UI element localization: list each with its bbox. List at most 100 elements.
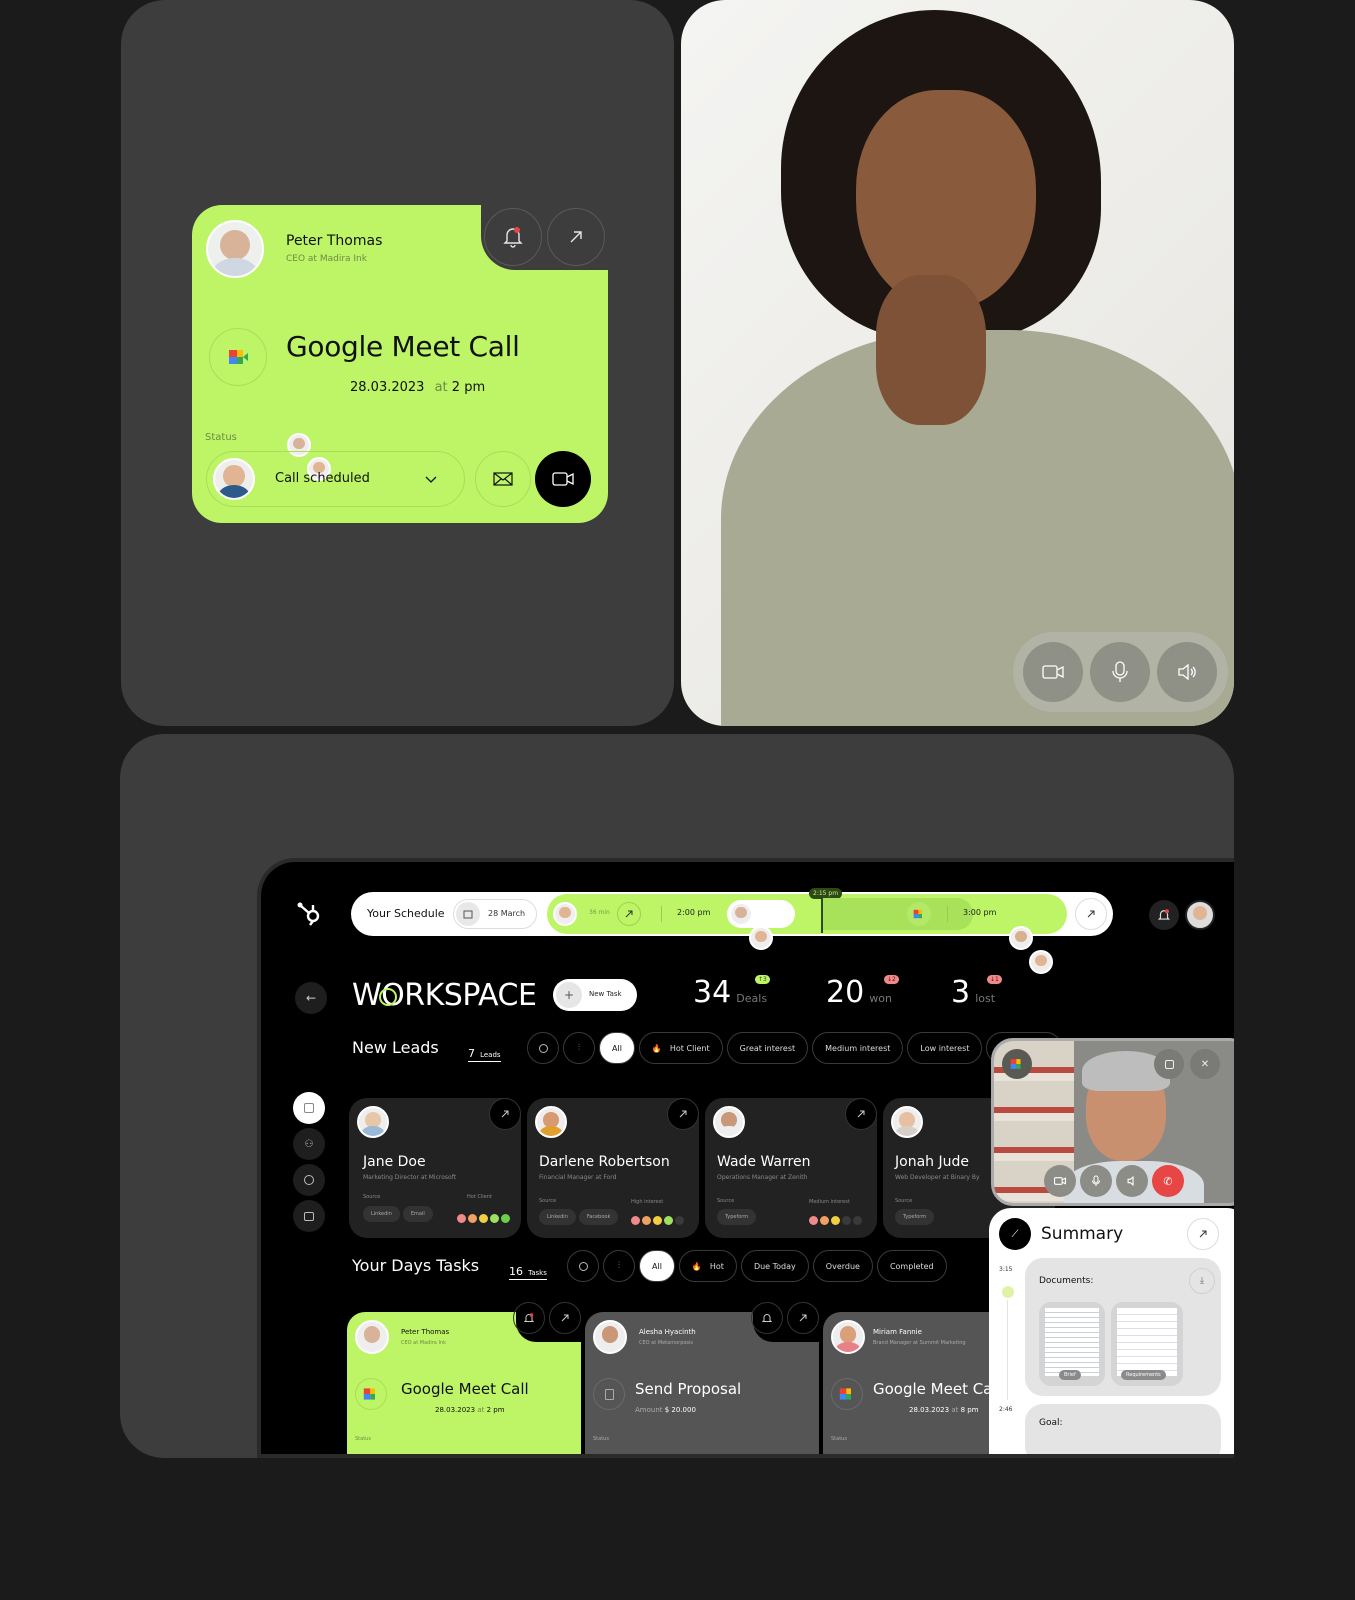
documents-label: Documents: xyxy=(1039,1276,1094,1286)
interest-dot xyxy=(831,1216,840,1225)
avatar xyxy=(357,1106,389,1138)
video-call-button[interactable] xyxy=(535,451,591,507)
filter-all[interactable]: All xyxy=(599,1032,635,1064)
avatar xyxy=(729,902,753,926)
meet-card-panel: Peter Thomas CEO at Madira Ink Google Me… xyxy=(121,0,674,726)
task-reminder-button[interactable] xyxy=(513,1302,545,1334)
calendar-icon xyxy=(463,910,473,919)
speaker-toggle-button[interactable] xyxy=(1157,642,1217,702)
timeline-marker xyxy=(1002,1286,1014,1298)
search-icon xyxy=(578,1261,588,1271)
schedule-bar[interactable]: Your Schedule 28 March 36 min 2:00 pm 2:… xyxy=(351,888,1113,974)
interest-dot xyxy=(631,1216,640,1225)
close-button[interactable]: ✕ xyxy=(1190,1049,1220,1079)
task-open-button[interactable] xyxy=(787,1302,819,1334)
lead-card[interactable]: Wade Warren Operations Manager at Zenith… xyxy=(705,1098,877,1238)
camera-toggle-button[interactable] xyxy=(1023,642,1083,702)
meeting-date: 28.03.2023 xyxy=(350,380,425,395)
speaker-icon xyxy=(1127,1176,1134,1186)
crm-dashboard: Your Schedule 28 March 36 min 2:00 pm 2:… xyxy=(257,858,1234,1458)
fire-icon: 🔥 xyxy=(691,1261,702,1271)
back-button[interactable]: ← xyxy=(295,982,327,1014)
stat-lost: 3 lost ↓1 xyxy=(951,975,1002,1010)
filter-button[interactable]: ⫶ xyxy=(563,1032,595,1064)
filter-great-interest[interactable]: Great interest xyxy=(726,1032,809,1064)
task-date: 28.03.2023 xyxy=(435,1406,476,1414)
filter-all[interactable]: All xyxy=(639,1250,675,1282)
time-slot-1: 2:00 pm xyxy=(677,908,711,917)
email-button[interactable] xyxy=(475,451,531,507)
speaker-toggle-button[interactable] xyxy=(1116,1165,1148,1197)
minimize-button[interactable] xyxy=(1154,1049,1184,1079)
open-lead-button[interactable] xyxy=(845,1098,877,1130)
task-title: Google Meet Call xyxy=(873,1380,1001,1398)
sidebar-item-dashboard[interactable] xyxy=(293,1092,325,1124)
magic-wand-icon: ⟋ xyxy=(1011,1228,1019,1240)
ai-summary-button[interactable]: ⟋ xyxy=(999,1218,1031,1250)
expand-button[interactable] xyxy=(547,208,605,266)
lead-role: Financial Manager at Ford xyxy=(539,1174,617,1181)
filter-due-today[interactable]: Due Today xyxy=(740,1250,809,1282)
tasks-count[interactable]: 16 Tasks xyxy=(509,1260,547,1280)
floating-call-window[interactable]: ✕ ✆ xyxy=(991,1038,1234,1206)
avatar xyxy=(593,1320,627,1354)
stat-won: 20 won ↓2 xyxy=(826,975,899,1010)
search-button[interactable] xyxy=(567,1250,599,1282)
document-thumb[interactable]: Brief xyxy=(1039,1302,1105,1386)
notification-button[interactable] xyxy=(1149,900,1179,930)
leads-count[interactable]: 7 Leads xyxy=(468,1042,501,1062)
trend-up-badge: ↑3 xyxy=(755,975,770,984)
new-task-button[interactable]: + New Task xyxy=(553,979,637,1011)
bell-icon xyxy=(1158,908,1170,920)
meeting-time: 2 pm xyxy=(451,380,486,395)
user-avatar[interactable] xyxy=(1185,900,1215,930)
video-icon xyxy=(1042,665,1064,679)
schedule-expand-button[interactable] xyxy=(1075,898,1107,930)
search-button[interactable] xyxy=(527,1032,559,1064)
timeline[interactable]: 36 min 2:00 pm 2:15 pm 3:00 pm xyxy=(547,888,1067,974)
lead-card[interactable]: Jane Doe Marketing Director at Microsoft… xyxy=(349,1098,521,1238)
leads-title: New Leads xyxy=(352,1038,439,1057)
filter-overdue[interactable]: Overdue xyxy=(812,1250,873,1282)
open-lead-button[interactable] xyxy=(489,1098,521,1130)
video-icon xyxy=(552,472,574,486)
status-dropdown[interactable]: Call scheduled xyxy=(206,451,465,507)
filter-hot-client[interactable]: 🔥 Hot Client xyxy=(638,1032,723,1064)
sidebar-item-calendar[interactable] xyxy=(293,1200,325,1232)
sidebar-item-contacts[interactable]: ⚇ xyxy=(293,1128,325,1160)
interest-dot xyxy=(653,1216,662,1225)
task-open-button[interactable] xyxy=(549,1302,581,1334)
video-call-photo xyxy=(681,0,1234,726)
document-thumb[interactable]: Requirements xyxy=(1111,1302,1183,1386)
open-event-button[interactable] xyxy=(617,902,641,926)
download-button[interactable]: ⤓ xyxy=(1189,1268,1215,1294)
lead-name: Jonah Jude xyxy=(895,1154,969,1170)
task-date: 28.03.2023 xyxy=(909,1406,950,1414)
arrow-up-right-icon xyxy=(1199,1230,1207,1238)
interest-dot xyxy=(853,1216,862,1225)
lead-card[interactable]: Darlene Robertson Financial Manager at F… xyxy=(527,1098,699,1238)
filter-medium-interest[interactable]: Medium interest xyxy=(812,1032,904,1064)
date-picker[interactable]: 28 March xyxy=(453,899,537,929)
notification-button[interactable] xyxy=(484,208,542,266)
task-amount: $ 20.000 xyxy=(664,1406,696,1414)
mic-toggle-button[interactable] xyxy=(1080,1165,1112,1197)
filter-hot[interactable]: 🔥 Hot xyxy=(678,1250,737,1282)
sidebar-item-messages[interactable] xyxy=(293,1164,325,1196)
interest-dot xyxy=(842,1216,851,1225)
mic-toggle-button[interactable] xyxy=(1090,642,1150,702)
source-label: Source xyxy=(717,1198,735,1204)
camera-toggle-button[interactable] xyxy=(1044,1165,1076,1197)
summary-expand-button[interactable] xyxy=(1187,1218,1219,1250)
timestamp: 3:15 xyxy=(999,1266,1013,1273)
arrow-up-right-icon xyxy=(501,1110,509,1118)
filter-button[interactable]: ⫶ xyxy=(603,1250,635,1282)
end-call-button[interactable]: ✆ xyxy=(1152,1165,1184,1197)
event-chip[interactable] xyxy=(727,900,795,950)
schedule-date: 28 March xyxy=(488,909,526,918)
open-lead-button[interactable] xyxy=(667,1098,699,1130)
task-reminder-button[interactable] xyxy=(751,1302,783,1334)
phone-icon: ✆ xyxy=(1163,1174,1173,1188)
filter-completed[interactable]: Completed xyxy=(876,1250,947,1282)
filter-low-interest[interactable]: Low interest xyxy=(907,1032,983,1064)
